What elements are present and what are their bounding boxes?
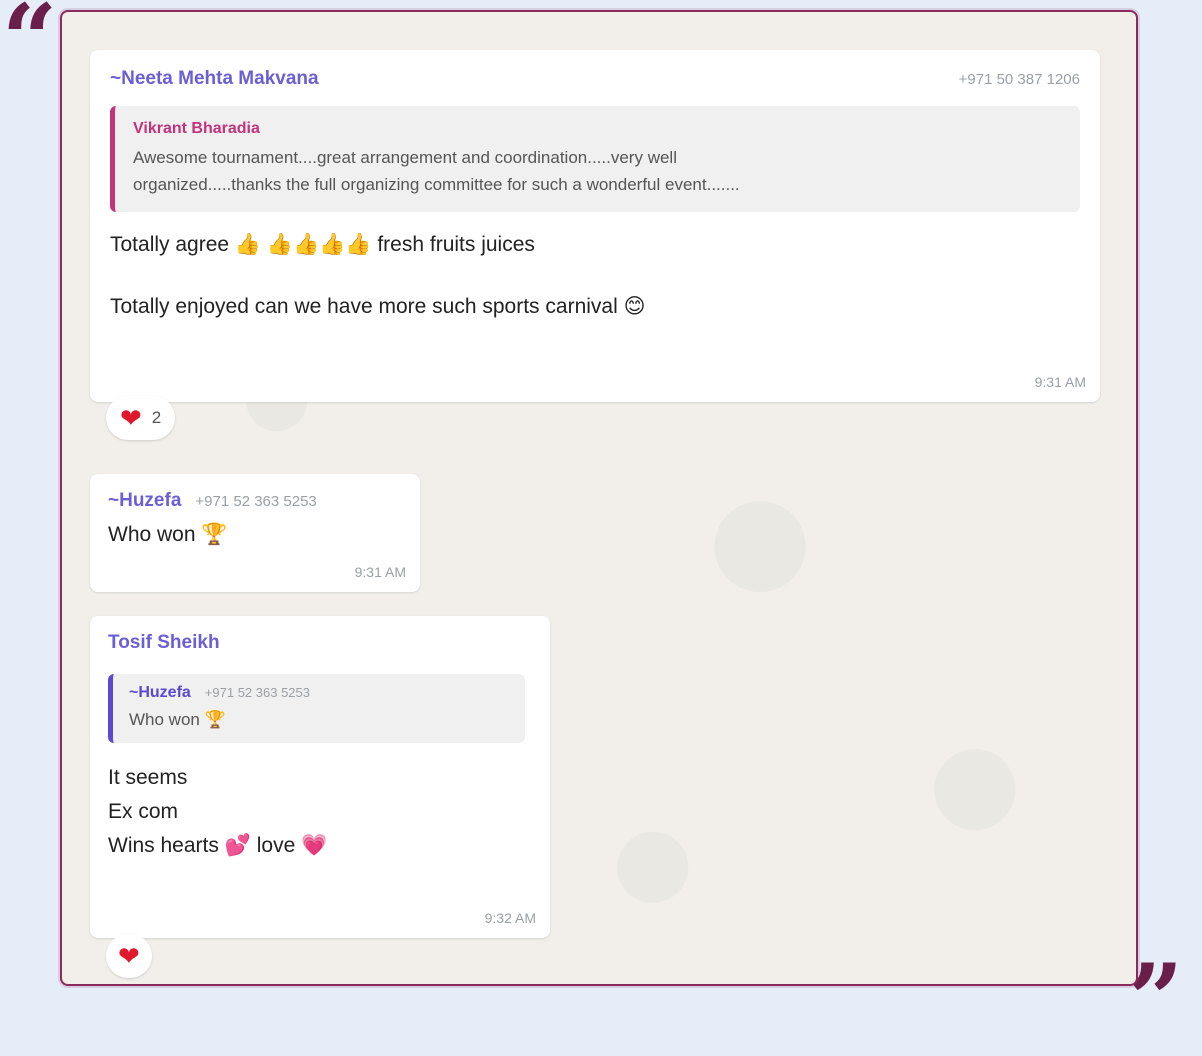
message-text-part: fresh fruits juices bbox=[377, 233, 535, 256]
quoted-sender: Vikrant Bharadia bbox=[133, 120, 260, 137]
trophy-icon: 🏆 bbox=[204, 710, 226, 729]
message-time: 9:31 AM bbox=[1034, 374, 1086, 390]
close-quote-mark: ” bbox=[1128, 943, 1184, 1056]
message-time: 9:32 AM bbox=[484, 910, 536, 926]
reaction-count: 2 bbox=[151, 408, 162, 427]
message-header: ~Neeta Mehta Makvana +971 50 387 1206 bbox=[110, 68, 1080, 90]
quoted-phone: +971 52 363 5253 bbox=[204, 685, 310, 700]
message-text-part: love bbox=[256, 834, 296, 857]
thumbs-up-icon: 👍 👍👍👍👍 bbox=[234, 233, 372, 256]
sender-name[interactable]: ~Neeta Mehta Makvana bbox=[110, 68, 319, 90]
message-time: 9:31 AM bbox=[354, 564, 406, 580]
chat-frame: ~Neeta Mehta Makvana +971 50 387 1206 Vi… bbox=[62, 12, 1136, 984]
quoted-message[interactable]: Vikrant Bharadia Awesome tournament....g… bbox=[110, 106, 1080, 212]
message-text: Totally agree 👍 👍👍👍👍 fresh fruits juices bbox=[110, 230, 1080, 260]
heart-icon: ❤ bbox=[118, 941, 140, 971]
pink-heart-icon: 💗 bbox=[301, 834, 328, 857]
message-bubble[interactable]: ~Huzefa +971 52 363 5253 Who won 🏆 9:31 … bbox=[90, 474, 420, 592]
message-text-part: Totally enjoyed can we have more such sp… bbox=[110, 295, 618, 318]
reaction-badge[interactable]: ❤ bbox=[106, 934, 152, 978]
message-bubble[interactable]: Tosif Sheikh ~Huzefa +971 52 363 5253 Wh… bbox=[90, 616, 550, 938]
message-header: ~Huzefa +971 52 363 5253 bbox=[108, 490, 402, 512]
heart-icon: ❤ bbox=[120, 403, 142, 433]
two-hearts-icon: 💕 bbox=[224, 834, 251, 857]
quoted-text-part: Who won bbox=[129, 710, 200, 729]
quoted-message[interactable]: ~Huzefa +971 52 363 5253 Who won 🏆 bbox=[108, 674, 525, 743]
message-text: Totally enjoyed can we have more such sp… bbox=[110, 292, 1080, 322]
sender-name[interactable]: ~Huzefa bbox=[108, 490, 181, 512]
quoted-text-line: Awesome tournament....great arrangement … bbox=[133, 148, 677, 167]
smile-icon: 😊 bbox=[623, 295, 646, 318]
sender-name[interactable]: Tosif Sheikh bbox=[108, 632, 220, 654]
message-text-line: Ex com bbox=[108, 800, 179, 823]
reaction-badge[interactable]: ❤ 2 bbox=[106, 396, 176, 440]
sender-phone: +971 50 387 1206 bbox=[958, 71, 1080, 88]
trophy-icon: 🏆 bbox=[201, 523, 228, 546]
message-bubble[interactable]: ~Neeta Mehta Makvana +971 50 387 1206 Vi… bbox=[90, 50, 1100, 402]
sender-phone: +971 52 363 5253 bbox=[195, 493, 317, 510]
message-text-part: Who won bbox=[108, 523, 196, 546]
quoted-text: Who won 🏆 bbox=[129, 706, 509, 733]
quoted-sender: ~Huzefa bbox=[129, 684, 191, 701]
message-text: Wins hearts 💕 love 💗 bbox=[108, 831, 532, 861]
message-text: Who won 🏆 bbox=[108, 520, 402, 550]
message-text-line: It seems bbox=[108, 766, 188, 789]
message-text-part: Wins hearts bbox=[108, 834, 219, 857]
message-header: Tosif Sheikh bbox=[108, 632, 532, 654]
open-quote-mark: “ bbox=[2, 0, 58, 96]
quoted-text-line: organized.....thanks the full organizing… bbox=[133, 175, 740, 194]
message-text-part: Totally agree bbox=[110, 233, 230, 256]
quoted-header: ~Huzefa +971 52 363 5253 bbox=[129, 684, 509, 702]
